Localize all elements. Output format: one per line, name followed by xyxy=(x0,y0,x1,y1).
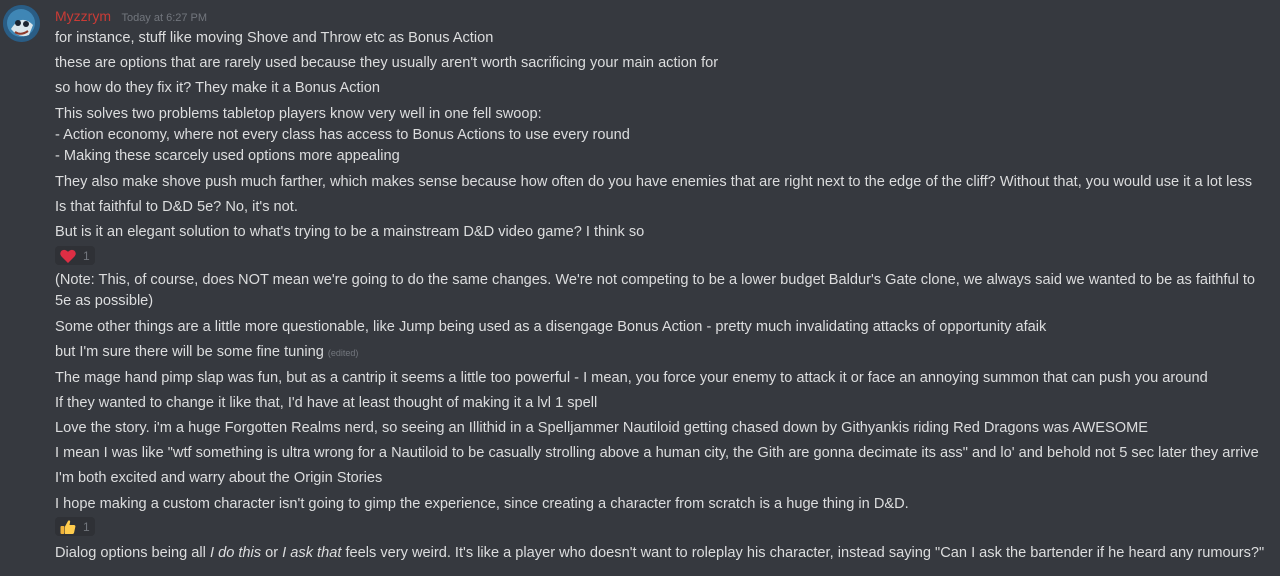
message-line: The mage hand pimp slap was fun, but as … xyxy=(55,370,1208,386)
message-text: or xyxy=(261,545,283,561)
edited-label: (edited) xyxy=(327,348,359,358)
avatar-image-icon xyxy=(3,5,40,42)
reaction-thumbs-up[interactable]: 1 xyxy=(55,517,95,536)
reaction-count: 1 xyxy=(83,519,90,534)
message-line: But is it an elegant solution to what's … xyxy=(55,224,645,240)
message-line: but I'm sure there will be some fine tun… xyxy=(55,342,358,364)
message-line: Love the story. i'm a huge Forgotten Rea… xyxy=(55,420,1148,436)
message-group: Myzzrym Today at 6:27 PM for instance, s… xyxy=(0,0,1280,576)
message-line: Some other things are a little more ques… xyxy=(55,319,1047,335)
message-line: They also make shove push much farther, … xyxy=(55,174,1253,190)
message-text: but I'm sure there will be some fine tun… xyxy=(55,344,324,360)
author-name[interactable]: Myzzrym xyxy=(55,8,111,24)
message-line: - Action economy, where not every class … xyxy=(55,127,630,143)
message-line: these are options that are rarely used b… xyxy=(55,55,719,71)
message-line: I mean I was like "wtf something is ultr… xyxy=(55,445,1259,461)
message-line: If they wanted to change it like that, I… xyxy=(55,395,598,411)
message-line: (Note: This, of course, does NOT mean we… xyxy=(55,272,1256,309)
message-text: feels very weird. It's like a player who… xyxy=(341,545,1265,561)
message-line: Is that faithful to D&D 5e? No, it's not… xyxy=(55,199,298,215)
message-header: Myzzrym Today at 6:27 PM xyxy=(55,8,207,28)
reaction-count: 1 xyxy=(83,248,90,263)
message-line: This solves two problems tabletop player… xyxy=(55,106,542,122)
message-line: for instance, stuff like moving Shove an… xyxy=(55,30,494,46)
reaction-heart[interactable]: 1 xyxy=(55,246,95,265)
message-text: Dialog options being all xyxy=(55,545,210,561)
message-line: so how do they fix it? They make it a Bo… xyxy=(55,80,381,96)
message-italic-text: I ask that xyxy=(282,545,342,561)
message-italic-text: I do this xyxy=(209,545,262,561)
avatar[interactable] xyxy=(3,5,40,42)
message-line: I hope making a custom character isn't g… xyxy=(55,496,909,512)
thumbs-up-icon xyxy=(60,519,76,534)
message-timestamp: Today at 6:27 PM xyxy=(121,12,208,24)
message-line: I'm both excited and warry about the Ori… xyxy=(55,470,383,486)
message-line: - Making these scarcely used options mor… xyxy=(55,148,400,164)
message-line: Dialog options being all I do this or I … xyxy=(55,543,1264,564)
heart-icon xyxy=(60,249,76,263)
